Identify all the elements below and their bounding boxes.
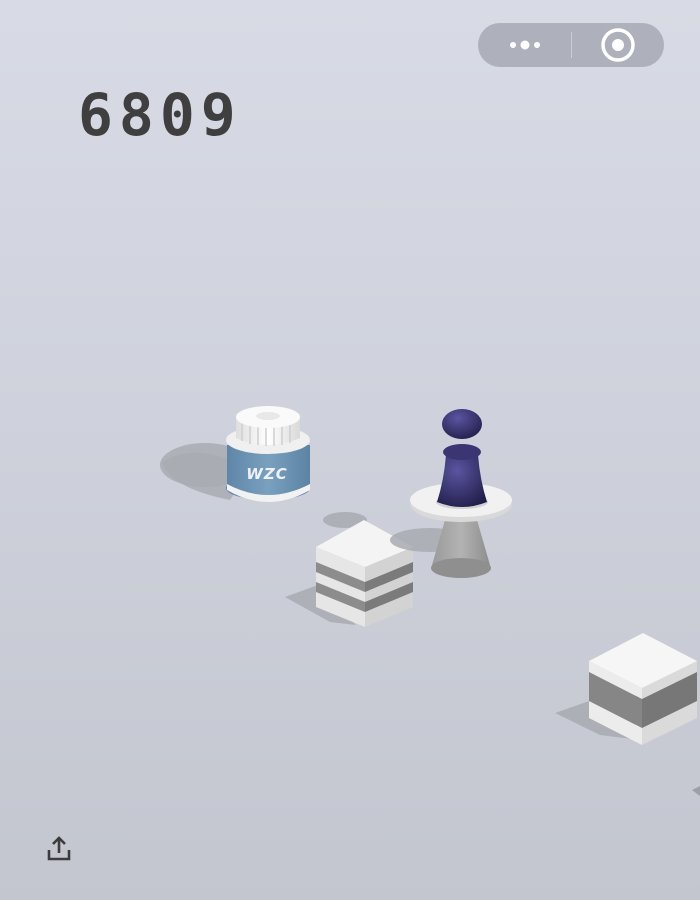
gray-cube-platform bbox=[555, 633, 700, 796]
game-scene[interactable] bbox=[0, 0, 700, 900]
striped-cube-platform bbox=[285, 512, 413, 627]
jar-label: WZC bbox=[246, 465, 288, 483]
jar-platform bbox=[160, 406, 310, 502]
share-upload-icon bbox=[47, 836, 71, 861]
player-piece bbox=[436, 409, 488, 509]
share-button[interactable] bbox=[44, 834, 74, 864]
